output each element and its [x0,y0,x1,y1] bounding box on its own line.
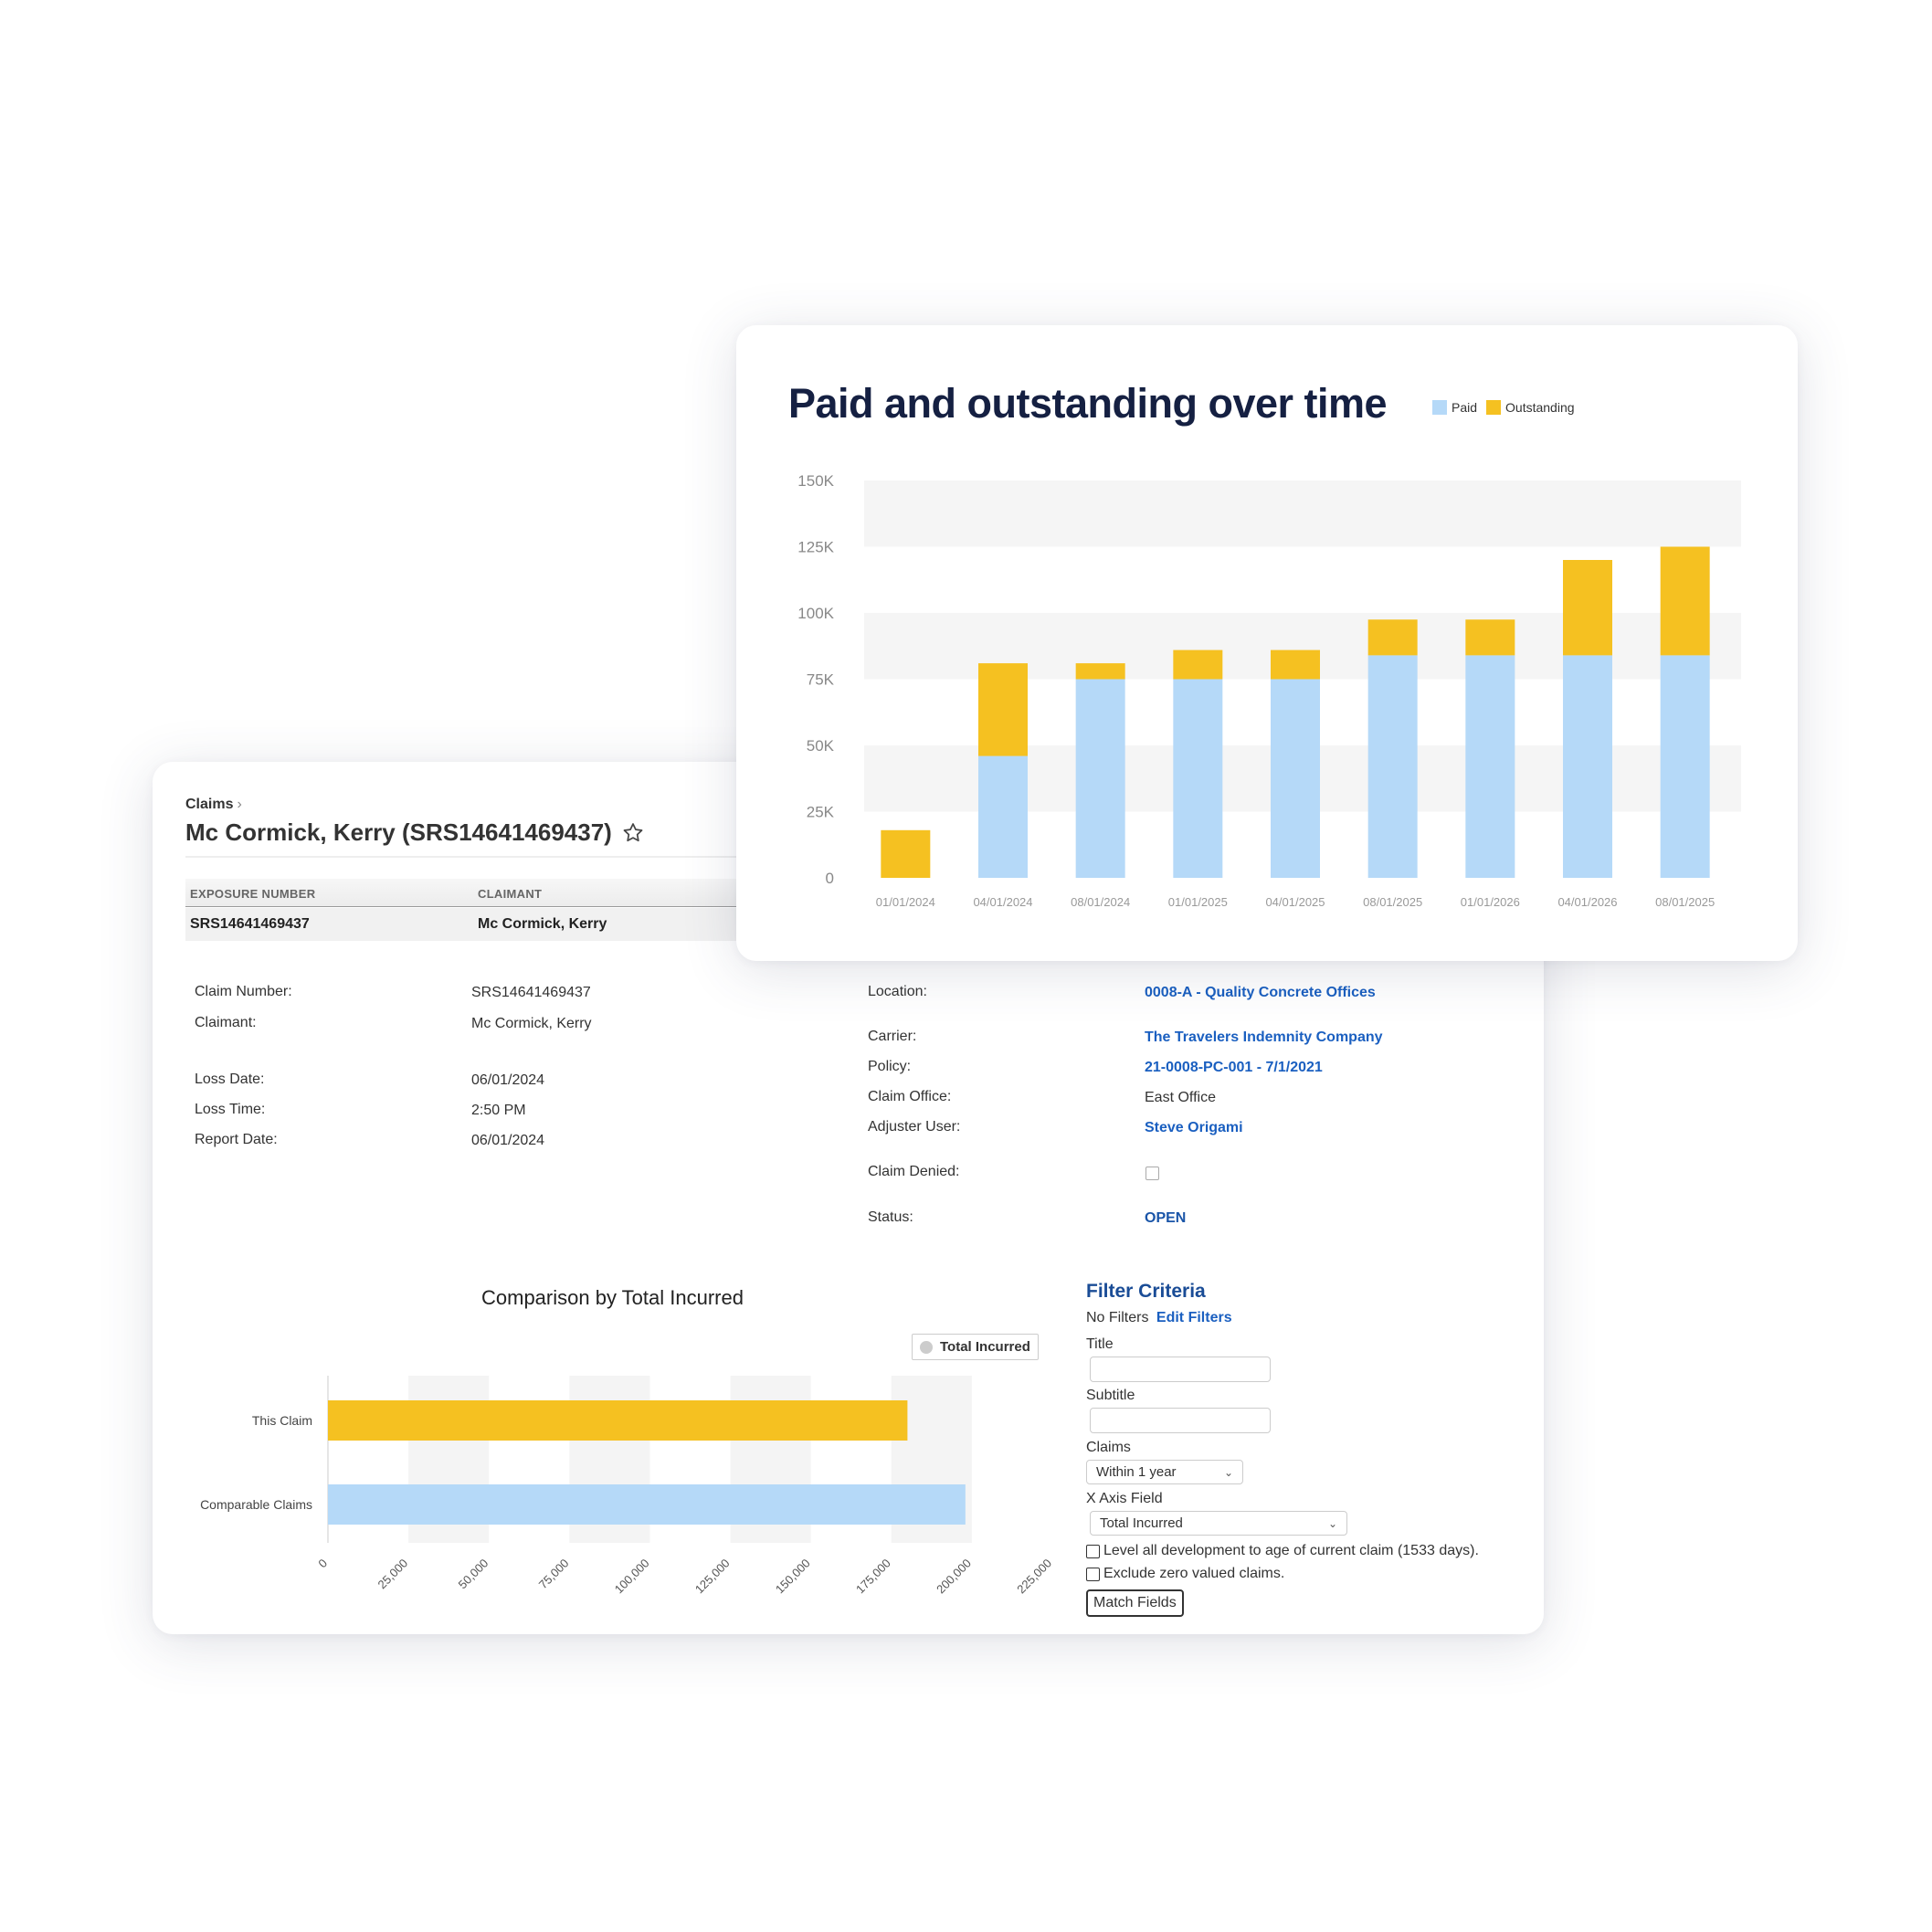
bar-paid [1173,679,1223,878]
no-filters-text: No Filters [1086,1310,1149,1325]
y-tick-label: 100K [797,605,834,622]
title-input[interactable] [1090,1357,1271,1382]
chevron-down-icon: ⌄ [1223,1465,1233,1479]
bar-paid [1367,655,1418,878]
x-tick-label: 75,000 [536,1557,572,1592]
x-tick-label: 08/01/2025 [1655,895,1715,909]
bar-outstanding [1660,546,1710,656]
xaxis-select-value: Total Incurred [1100,1515,1183,1531]
bar-outstanding [881,829,931,878]
x-tick-label: 08/01/2025 [1363,895,1422,909]
x-tick-label: 100,000 [612,1557,652,1597]
paid-outstanding-card: Paid and outstanding over time Paid Outs… [736,325,1798,961]
y-tick-label: 50K [807,737,835,755]
x-tick-label: 125,000 [692,1557,733,1597]
claims-select[interactable]: Within 1 year ⌄ [1086,1460,1243,1484]
x-tick-label: 08/01/2024 [1071,895,1130,909]
match-fields-button[interactable]: Match Fields [1086,1589,1184,1617]
claims-field-label: Claims [1086,1440,1131,1455]
x-tick-label: 25,000 [375,1557,411,1592]
claims-select-value: Within 1 year [1096,1464,1177,1480]
grid-band [864,480,1741,547]
xaxis-select[interactable]: Total Incurred ⌄ [1090,1511,1347,1536]
subtitle-input[interactable] [1090,1408,1271,1433]
exclude-zero-checkbox[interactable] [1086,1567,1100,1581]
level-development-label: Level all development to age of current … [1103,1543,1479,1558]
bar-paid [1075,679,1125,878]
xaxis-field-label: X Axis Field [1086,1491,1163,1506]
chevron-down-icon: ⌄ [1327,1516,1337,1530]
x-tick-label: 200,000 [934,1557,974,1597]
edit-filters-link[interactable]: Edit Filters [1156,1310,1232,1325]
x-tick-label: 01/01/2024 [876,895,935,909]
bar-outstanding [978,663,1028,756]
x-tick-label: 04/01/2025 [1265,895,1325,909]
y-tick-label: 150K [797,472,834,490]
x-tick-label: 50,000 [456,1557,491,1592]
subtitle-field-label: Subtitle [1086,1388,1135,1403]
level-development-option[interactable]: Level all development to age of current … [1086,1543,1479,1559]
x-tick-label: 225,000 [1014,1557,1054,1597]
title-field-label: Title [1086,1336,1114,1352]
x-tick-label: 150,000 [773,1557,813,1597]
bar-paid [1563,655,1612,878]
y-tick-label: 75K [807,671,835,689]
bar-outstanding [1075,663,1125,680]
stacked-bar-chart: 0 25K 50K 75K 100K 125K 150K 01/01/2024 04/01/20… [797,472,1741,909]
bar-outstanding [1173,649,1223,680]
bar-outstanding [1563,560,1612,656]
category-label: This Claim [252,1413,312,1428]
filter-summary: No Filters Edit Filters [1086,1310,1232,1326]
exclude-zero-option[interactable]: Exclude zero valued claims. [1086,1566,1284,1582]
bar-paid [1660,655,1710,878]
level-development-checkbox[interactable] [1086,1544,1100,1558]
x-tick-label: 175,000 [853,1557,893,1597]
y-tick-label: 25K [807,804,835,821]
bar-outstanding [1465,619,1515,656]
bar-paid [1271,679,1320,878]
x-tick-label: 01/01/2026 [1461,895,1520,909]
bar-paid [1465,655,1515,878]
x-tick-label: 01/01/2025 [1168,895,1228,909]
x-tick-label: 0 [315,1557,330,1571]
exclude-zero-label: Exclude zero valued claims. [1103,1566,1285,1581]
bar-outstanding [1367,619,1418,656]
x-tick-label: 04/01/2024 [973,895,1032,909]
filter-criteria-title: Filter Criteria [1086,1281,1206,1302]
category-label: Comparable Claims [200,1497,312,1512]
y-tick-label: 125K [797,539,834,556]
bar-total-incurred [328,1400,908,1441]
x-tick-label: 04/01/2026 [1557,895,1617,909]
bar-outstanding [1271,649,1320,680]
bar-total-incurred [328,1484,966,1525]
bar-paid [978,755,1028,878]
y-tick-label: 0 [826,870,834,887]
